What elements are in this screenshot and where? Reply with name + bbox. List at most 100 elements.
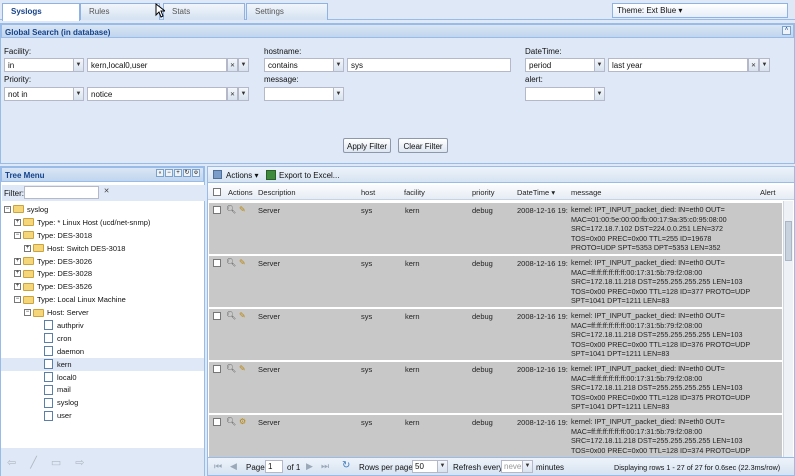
tab-rules[interactable]: Rules [80, 3, 160, 20]
tree-node-host-switch[interactable]: + Host: Switch DES-3018 [4, 242, 204, 255]
tree-leaf-syslog[interactable]: syslog [4, 396, 204, 409]
chevron-down-icon[interactable]: ▼ [73, 58, 84, 72]
tree-leaf-user[interactable]: user [4, 409, 204, 422]
collapse-all-icon[interactable]: − [165, 169, 173, 177]
tree-node-host-server[interactable]: − Host: Server [4, 306, 204, 319]
hostname-value-field[interactable]: sys [347, 58, 511, 72]
column-header-priority[interactable]: priority [472, 188, 495, 197]
clear-x-icon[interactable]: ✕ [227, 58, 238, 72]
tree-filter-input[interactable] [24, 186, 99, 199]
prev-page-icon[interactable]: ◀ [230, 461, 237, 472]
expand-all-icon[interactable]: + [174, 169, 182, 177]
next-page-icon[interactable]: ▶ [306, 461, 313, 472]
theme-selector[interactable]: Theme: Ext Blue ▾ [612, 3, 788, 18]
select-all-checkbox[interactable] [213, 188, 221, 196]
refresh-interval-select[interactable]: never [501, 460, 523, 473]
view-magnifier-icon[interactable]: 🔍︎ [226, 311, 236, 320]
collapse-up-icon[interactable]: ˄ [782, 26, 791, 35]
expand-icon[interactable]: + [14, 257, 21, 265]
apply-filter-button[interactable]: Apply Filter [343, 138, 391, 153]
export-excel-button[interactable]: Export to Excel... [279, 171, 339, 180]
chevron-down-icon[interactable]: ▼ [594, 87, 605, 101]
tree-leaf-local0[interactable]: local0 [4, 371, 204, 384]
edit-pencil-icon[interactable]: ✎ [239, 311, 246, 320]
expand-icon[interactable]: + [24, 244, 31, 252]
collapse-icon[interactable]: − [14, 296, 21, 304]
view-magnifier-icon[interactable]: 🔍︎ [226, 364, 236, 373]
pencil-icon[interactable]: ╱ [30, 456, 37, 469]
expand-icon[interactable]: + [14, 283, 21, 291]
row-checkbox[interactable] [213, 206, 221, 214]
page-number-input[interactable]: 1 [265, 460, 283, 473]
collapse-icon[interactable]: − [14, 231, 21, 239]
window-icon[interactable]: ▭ [51, 456, 61, 469]
view-magnifier-icon[interactable]: 🔍︎ [226, 258, 236, 267]
tab-settings[interactable]: Settings [246, 3, 328, 20]
row-checkbox[interactable] [213, 365, 221, 373]
view-magnifier-icon[interactable]: 🔍︎ [226, 417, 236, 426]
chevron-down-icon[interactable]: ▼ [333, 87, 344, 101]
clear-filter-button[interactable]: Clear Filter [398, 138, 448, 153]
column-header-message[interactable]: message [571, 188, 601, 197]
column-header-host[interactable]: host [361, 188, 375, 197]
rows-per-page-select[interactable]: 50 [412, 460, 438, 473]
hostname-operator-select[interactable]: contains [264, 58, 334, 72]
view-magnifier-icon[interactable]: 🔍︎ [226, 205, 236, 214]
message-field[interactable] [264, 87, 334, 101]
clear-x-icon[interactable]: ✕ [101, 187, 112, 198]
edit-pencil-icon[interactable]: ✎ [239, 364, 246, 373]
tree-node-type-des-3026[interactable]: + Type: DES-3026 [4, 255, 204, 268]
priority-operator-select[interactable]: not in [4, 87, 74, 101]
column-header-datetime[interactable]: DateTime ▾ [517, 188, 555, 197]
scrollbar-thumb[interactable] [785, 221, 792, 261]
actions-menu-button[interactable]: Actions ▾ [226, 171, 258, 180]
last-page-icon[interactable]: ⏭ [321, 461, 329, 472]
row-checkbox[interactable] [213, 418, 221, 426]
chevron-down-icon[interactable]: ▼ [759, 58, 770, 72]
tree-leaf-cron[interactable]: cron [4, 332, 204, 345]
row-checkbox[interactable] [213, 259, 221, 267]
priority-value-field[interactable]: notice [87, 87, 227, 101]
first-page-icon[interactable]: ⏮ [214, 461, 222, 472]
arrow-left-icon[interactable]: ⇦ [7, 456, 16, 469]
table-row[interactable]: 🔍︎ ✎ Server sys kern debug 2008-12-16 19… [209, 362, 782, 414]
expand-icon[interactable]: + [14, 218, 21, 226]
tree-node-type-des-3028[interactable]: + Type: DES-3028 [4, 267, 204, 280]
datetime-value-field[interactable]: last year [608, 58, 748, 72]
column-header-alert[interactable]: Alert [760, 188, 775, 197]
tree-node-type-des-3526[interactable]: + Type: DES-3526 [4, 280, 204, 293]
tree-leaf-mail[interactable]: mail [4, 383, 204, 396]
clear-x-icon[interactable]: ✕ [227, 87, 238, 101]
table-row[interactable]: 🔍︎ ✎ Server sys kern debug 2008-12-16 19… [209, 256, 782, 308]
collapse-icon[interactable]: − [4, 205, 11, 213]
tree-node-type-des-3018[interactable]: − Type: DES-3018 [4, 229, 204, 242]
tree-leaf-daemon[interactable]: daemon [4, 345, 204, 358]
facility-operator-select[interactable]: in [4, 58, 74, 72]
settings-icon[interactable]: ⚙ [192, 169, 200, 177]
refresh-icon[interactable]: ↻ [342, 460, 350, 471]
collapse-icon[interactable]: − [24, 309, 31, 317]
refresh-icon[interactable]: ↻ [183, 169, 191, 177]
column-header-actions[interactable]: Actions [228, 188, 253, 197]
table-row[interactable]: 🔍︎ ⚙ Server sys kern debug 2008-12-16 19… [209, 415, 782, 459]
arrow-right-icon[interactable]: ⇨ [75, 456, 84, 469]
tree-node-type-local-linux[interactable]: − Type: Local Linux Machine [4, 293, 204, 306]
tree-node-type-linux-host[interactable]: + Type: * Linux Host (ucd/net-snmp) [4, 216, 204, 229]
table-row[interactable]: 🔍︎ ✎ Server sys kern debug 2008-12-16 19… [209, 309, 782, 361]
chevron-down-icon[interactable]: ▼ [437, 460, 448, 473]
datetime-operator-select[interactable]: period [525, 58, 595, 72]
tree-leaf-kern[interactable]: kern [1, 357, 204, 371]
clear-x-icon[interactable]: ✕ [748, 58, 759, 72]
chevron-down-icon[interactable]: ▼ [238, 87, 249, 101]
table-row[interactable]: 🔍︎ ✎ Server sys kern debug 2008-12-16 19… [209, 203, 782, 255]
row-checkbox[interactable] [213, 312, 221, 320]
settings-gear-icon[interactable]: ⚙ [239, 417, 246, 426]
tab-stats[interactable]: Stats [163, 3, 245, 20]
grid-vertical-scrollbar[interactable] [783, 201, 793, 459]
column-header-description[interactable]: Description [258, 188, 296, 197]
chevron-down-icon[interactable]: ▼ [522, 460, 533, 473]
column-header-facility[interactable]: facility [404, 188, 425, 197]
collapse-left-icon[interactable]: « [156, 169, 164, 177]
alert-select[interactable] [525, 87, 595, 101]
tree-node-syslog[interactable]: − syslog [4, 203, 204, 216]
